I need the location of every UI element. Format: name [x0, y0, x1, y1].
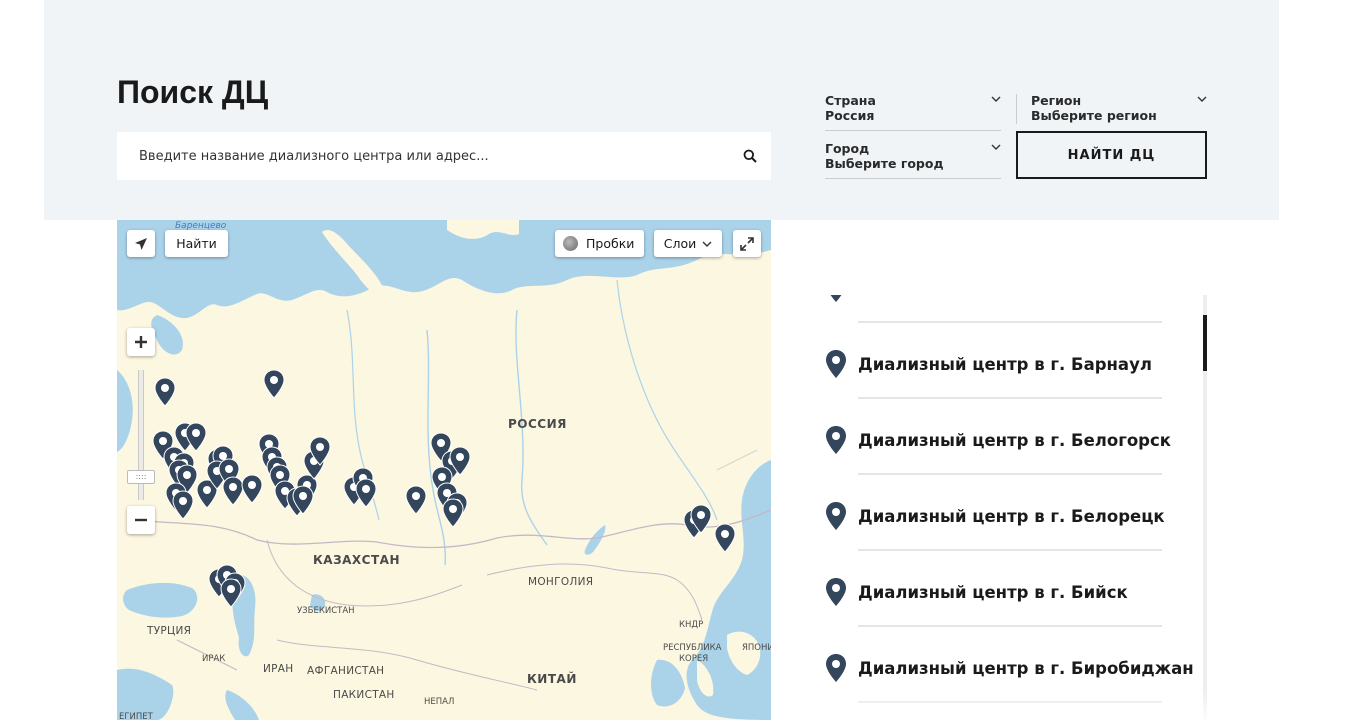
list-item[interactable]: Диализный центр в г. Белогорск — [811, 399, 1171, 475]
chevron-down-icon — [702, 241, 712, 247]
map-marker-icon[interactable] — [241, 474, 263, 504]
plus-icon — [135, 336, 147, 348]
map-marker-icon[interactable] — [355, 478, 377, 508]
map-marker-icon[interactable] — [172, 490, 194, 520]
chevron-down-icon — [1197, 96, 1207, 102]
zoom-in-button[interactable] — [127, 328, 155, 356]
map-pin-icon — [826, 502, 846, 530]
list-item[interactable]: Диализный центр в г. Барнаул — [811, 323, 1171, 399]
navigation-arrow-icon — [135, 237, 147, 250]
region-select[interactable]: Регион Выберите регион — [1031, 93, 1207, 123]
map-marker-icon[interactable] — [442, 498, 464, 528]
list-item-partial — [811, 295, 1171, 323]
zoom-out-button[interactable] — [127, 506, 155, 534]
region-label: Регион — [1031, 93, 1082, 108]
center-list: Диализный центр в г. Барнаул Диализный це… — [811, 295, 1206, 720]
traffic-button[interactable]: Пробки — [555, 230, 644, 257]
search-input[interactable] — [117, 132, 771, 180]
map-marker-icon[interactable] — [154, 377, 176, 407]
zoom-slider-handle[interactable]: :::: — [127, 470, 155, 484]
list-scrollbar-thumb[interactable] — [1203, 315, 1207, 371]
list-item[interactable]: Диализный центр в г. Бийск — [811, 551, 1171, 627]
region-value: Выберите регион — [1031, 108, 1157, 123]
layers-button[interactable]: Слои — [654, 230, 722, 257]
filter-divider — [1016, 94, 1017, 124]
country-label: Страна — [825, 93, 876, 108]
map-marker-icon[interactable] — [222, 476, 244, 506]
map-find-button[interactable]: Найти — [165, 230, 228, 257]
map-view[interactable]: Баренцево РОССИЯ КАЗАХСТАН МОНГОЛИЯ УЗБЕ… — [117, 220, 771, 720]
map-pin-icon — [826, 350, 846, 378]
page-title: Поиск ДЦ — [117, 74, 269, 110]
list-item[interactable]: Диализный центр в г. Белорецк — [811, 475, 1171, 551]
city-select[interactable]: Город Выберите город — [825, 141, 1001, 179]
map-markers — [152, 369, 736, 608]
center-name: Диализный центр в г. Биробиджан — [858, 659, 1194, 678]
country-value: Россия — [825, 108, 875, 123]
map-pin-icon — [826, 654, 846, 682]
country-select[interactable]: Страна Россия — [825, 93, 1001, 131]
geolocation-button[interactable] — [127, 230, 155, 257]
center-name: Диализный центр в г. Барнаул — [858, 355, 1152, 374]
find-center-button[interactable]: НАЙТИ ДЦ — [1016, 131, 1207, 179]
traffic-light-icon — [563, 236, 578, 251]
layers-label: Слои — [663, 236, 697, 251]
list-fade-overlay — [771, 690, 1359, 720]
map-pin-icon — [830, 295, 842, 302]
chevron-down-icon — [991, 144, 1001, 150]
center-name: Диализный центр в г. Бийск — [858, 583, 1128, 602]
traffic-label: Пробки — [586, 236, 635, 251]
map-marker-icon[interactable] — [714, 523, 736, 553]
city-label: Город — [825, 141, 870, 156]
map-marker-icon[interactable] — [220, 578, 242, 608]
fullscreen-button[interactable] — [733, 230, 761, 257]
minus-icon — [135, 518, 147, 522]
map-marker-icon[interactable] — [405, 485, 427, 515]
center-name: Диализный центр в г. Белорецк — [858, 507, 1165, 526]
map-pin-icon — [826, 578, 846, 606]
city-value: Выберите город — [825, 156, 944, 171]
map-pin-icon — [826, 426, 846, 454]
center-name: Диализный центр в г. Белогорск — [858, 431, 1171, 450]
search-box — [117, 132, 771, 180]
expand-icon — [740, 236, 754, 251]
chevron-down-icon — [991, 96, 1001, 102]
search-icon[interactable] — [743, 149, 757, 163]
map-marker-icon[interactable] — [263, 369, 285, 399]
